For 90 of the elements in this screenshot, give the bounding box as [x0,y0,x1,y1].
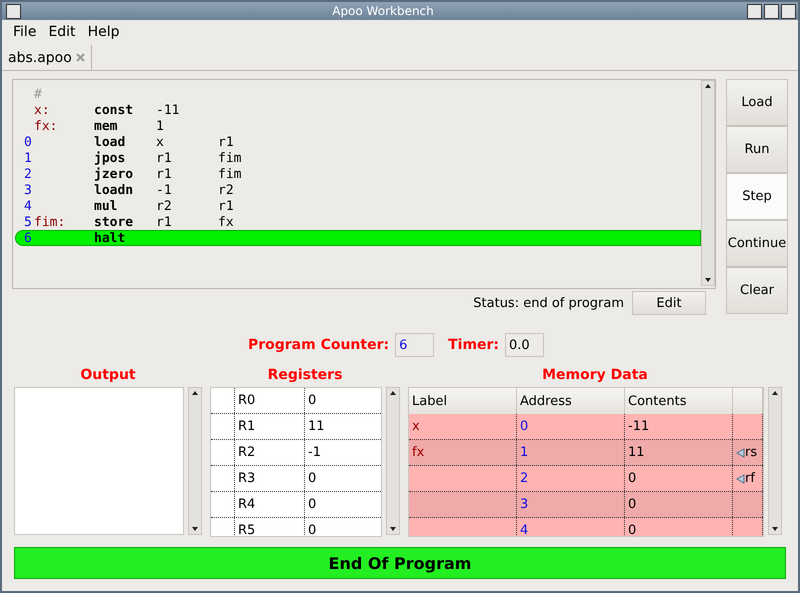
memory-contents: 0 [628,523,636,536]
scrollbar[interactable] [701,80,715,286]
register-name: R1 [235,414,305,439]
line-number: 6 [24,230,32,246]
register-pointer: rs [745,445,758,460]
code-comment: # [34,86,42,102]
memory-label: fx [412,445,424,460]
memory-label: x [412,419,420,434]
edit-button[interactable]: Edit [632,291,706,315]
memory-address: 0 [520,419,528,434]
code-argument: fim [218,150,242,166]
register-pointer: rf [745,471,755,486]
output-title: Output [79,367,137,385]
register-value: 11 [305,414,381,439]
action-button[interactable]: Load [726,79,788,126]
code-opcode: store [94,214,134,230]
register-value: 0 [305,518,381,536]
memory-contents: 0 [628,471,636,486]
code-opcode: load [94,134,126,150]
code-opcode: mul [94,198,118,214]
memory-contents: -11 [628,419,650,434]
timer-label: Timer: [448,337,500,353]
code-argument: r1 [156,150,172,166]
register-name: R0 [235,388,305,413]
menu-item[interactable]: Help [82,22,124,42]
line-number: 3 [24,182,32,198]
code-label: fim: [34,214,66,230]
memory-address: 2 [520,471,528,486]
memory-contents: 0 [628,497,636,512]
action-button[interactable]: Run [726,126,788,173]
action-button[interactable]: Clear [726,267,788,314]
timer-field[interactable]: 0.0 [505,333,544,357]
status-banner: End Of Program [14,547,786,579]
code-label: fx: [34,118,58,134]
close-button[interactable] [781,4,796,18]
window-title: Apoo Workbench [331,4,435,18]
code-opcode: halt [94,230,126,246]
register-value: 0 [305,492,381,517]
scrollbar[interactable] [386,387,400,535]
register-name: R5 [235,518,305,536]
code-argument: fim [218,166,242,182]
code-argument: r1 [218,198,234,214]
code-argument: x [156,134,164,150]
line-number: 2 [24,166,32,182]
program-counter-label: Program Counter: [248,337,390,353]
line-number: 4 [24,198,32,214]
registers-title: Registers [266,367,344,385]
memory-contents: 11 [628,445,645,460]
code-editor[interactable]: # x: const -11 fx: mem 1 0 load x r1 1 jpos r1 fim 2 jzero r1 fim 3 loadn -1 r2 4 mul r2 r1 5 fim: store r1 fx 6 halt [12,79,716,289]
status-text: Status: end of program [473,296,624,310]
pointer-icon [736,474,745,484]
code-opcode: jzero [94,166,134,182]
memory-address: 1 [520,445,528,460]
scrollbar[interactable] [188,387,202,535]
code-opcode: mem [94,118,118,134]
action-button[interactable]: Step [726,173,788,220]
register-value: 0 [305,388,381,413]
maximize-button[interactable] [764,4,779,18]
code-argument: r1 [156,214,172,230]
memory-address: 3 [520,497,528,512]
code-argument: 1 [156,118,164,134]
register-value: -1 [305,440,381,465]
program-counter-field[interactable]: 6 [395,333,434,357]
menu-item[interactable]: Edit [43,22,81,42]
scrollbar[interactable] [768,387,782,535]
pointer-icon [736,448,745,458]
line-number: 1 [24,150,32,166]
code-opcode: loadn [94,182,134,198]
code-opcode: const [94,102,134,118]
code-opcode: jpos [94,150,126,166]
code-argument: r1 [218,134,234,150]
minimize-button[interactable] [747,4,762,18]
code-label: x: [34,102,50,118]
code-argument: r2 [156,198,172,214]
memory-address: 4 [520,523,528,536]
register-name: R2 [235,440,305,465]
action-button[interactable]: Continue [726,220,788,267]
register-name: R4 [235,492,305,517]
line-number: 0 [24,134,32,150]
register-value: 0 [305,466,381,491]
code-argument: -11 [156,102,180,118]
memory-title: Memory Data [541,367,649,385]
code-argument: r2 [218,182,234,198]
code-argument: fx [218,214,234,230]
window-menu-button[interactable] [6,4,21,18]
code-argument: r1 [156,166,172,182]
register-name: R3 [235,466,305,491]
line-number: 5 [24,214,32,230]
menu-item[interactable]: File [8,22,42,42]
code-argument: -1 [156,182,172,198]
